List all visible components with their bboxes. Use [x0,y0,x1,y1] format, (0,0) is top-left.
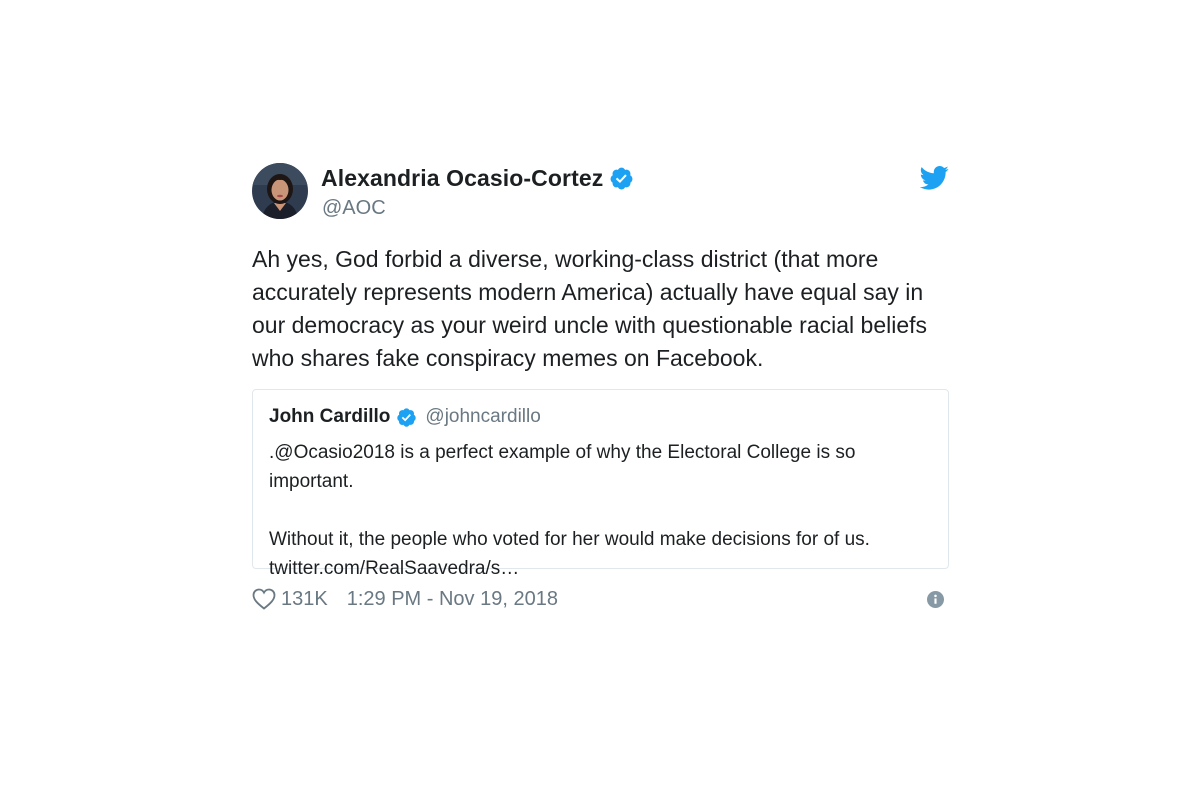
verified-badge-icon [609,166,634,191]
tweet-footer: 131K 1:29 PM - Nov 19, 2018 [252,585,949,613]
author-name-row: Alexandria Ocasio-Cortez [321,165,634,192]
quoted-tweet[interactable]: John Cardillo @johncardillo .@Ocasio2018… [252,389,949,579]
heart-icon[interactable] [252,588,276,610]
quoted-author-handle: @johncardillo [425,406,541,427]
info-icon[interactable] [927,591,944,608]
verified-badge-icon [396,407,417,428]
quoted-tweet-text: .@Ocasio2018 is a perfect example of why… [269,438,932,583]
avatar[interactable] [252,163,308,219]
quoted-author-name: John Cardillo [269,406,391,427]
quoted-tweet-header: John Cardillo @johncardillo [269,404,932,430]
avatar-image [252,163,308,219]
twitter-bird-icon[interactable] [919,165,949,191]
tweet-timestamp[interactable]: 1:29 PM - Nov 19, 2018 [347,588,558,611]
tweet-header: Alexandria Ocasio-Cortez @AOC [252,163,949,221]
quoted-paragraph: .@Ocasio2018 is a perfect example of why… [269,442,856,492]
author-name[interactable]: Alexandria Ocasio-Cortez [321,165,603,192]
author-handle[interactable]: @AOC [322,197,386,220]
page: Alexandria Ocasio-Cortez @AOC Ah yes, Go… [0,0,1200,800]
tweet-text: Ah yes, God forbid a diverse, working-cl… [252,246,928,371]
embedded-tweet: Alexandria Ocasio-Cortez @AOC Ah yes, Go… [252,163,949,613]
like-count[interactable]: 131K [281,588,328,611]
quoted-paragraph: Without it, the people who voted for her… [269,529,870,579]
